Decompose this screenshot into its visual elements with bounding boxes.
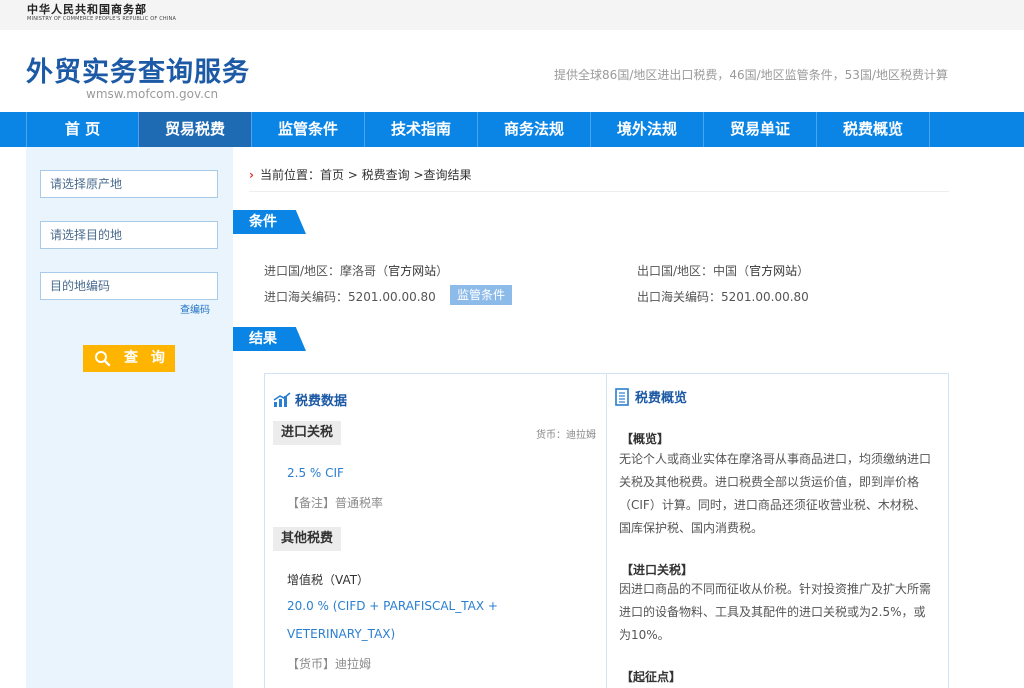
ministry-name-en: MINISTRY OF COMMERCE PEOPLE'S REPUBLIC O… (27, 16, 177, 22)
main-nav: 首 页 贸易税费 监管条件 技术指南 商务法规 境外法规 贸易单证 税费概览 (0, 112, 1024, 147)
site-title[interactable]: 外贸实务查询服务 (26, 50, 250, 89)
import-official-site-link[interactable]: 官方网站 (388, 264, 436, 278)
vat-currency: 【货币】迪拉姆 (287, 657, 372, 671)
export-country-row: 出口国/地区：中国（官方网站） (637, 264, 810, 278)
overview-summary-title: 【概览】 (621, 432, 670, 446)
import-duty-heading: 进口关税 (273, 421, 342, 445)
nav-commerce-law[interactable]: 商务法规 (478, 112, 591, 147)
import-duty-rate: 2.5 % CIF (287, 466, 344, 480)
results-box: 税费数据 进口关税 货币：迪拉姆 2.5 % CIF 【备注】普通税率 其他税费… (264, 373, 949, 688)
vat-label: 增值税（VAT） (287, 573, 370, 587)
import-country-value: 摩洛哥 (340, 264, 377, 278)
site-url: wmsw.mofcom.gov.cn (86, 87, 219, 101)
main-content: › 当前位置：首页 > 税费查询 >查询结果 条件 进口国/地区：摩洛哥（官方网站… (233, 147, 1024, 688)
overview-import-duty-title: 【进口关税】 (621, 563, 694, 577)
breadcrumb: › 当前位置：首页 > 税费查询 >查询结果 (249, 166, 949, 192)
breadcrumb-label: 当前位置： (259, 168, 320, 182)
search-icon (94, 350, 111, 377)
nav-trade-docs[interactable]: 贸易单证 (704, 112, 817, 147)
ministry-banner: 中华人民共和国商务部 MINISTRY OF COMMERCE PEOPLE'S… (0, 0, 1024, 30)
import-duty-note: 【备注】普通税率 (287, 496, 384, 510)
destination-select[interactable]: 请选择目的地 (40, 221, 218, 249)
lookup-code-link[interactable]: 查编码 (180, 301, 210, 316)
nav-regulatory[interactable]: 监管条件 (252, 112, 365, 147)
tax-data-title-label: 税费数据 (295, 394, 348, 409)
import-country-row: 进口国/地区：摩洛哥（官方网站） (264, 264, 449, 278)
other-taxes-heading: 其他税费 (273, 527, 342, 551)
hs-code-input[interactable]: 目的地编码 (40, 272, 218, 300)
import-code-row: 进口海关编码：5201.00.00.80 (264, 288, 436, 305)
nav-tax-overview[interactable]: 税费概览 (817, 112, 930, 147)
nav-tech-guide[interactable]: 技术指南 (365, 112, 478, 147)
overview-panel: 【概览】 无论个人或商业实体在摩洛哥从事商品进口，均须缴纳进口关税及其他税费。进… (607, 374, 949, 688)
nav-home[interactable]: 首 页 (26, 112, 139, 147)
export-code-row: 出口海关编码：5201.00.00.80 (637, 288, 809, 305)
nav-foreign-law[interactable]: 境外法规 (591, 112, 704, 147)
import-country-label: 进口国/地区： (264, 264, 341, 278)
vat-rate-line-2: VETERINARY_TAX) (287, 627, 396, 641)
nav-trade-tax[interactable]: 贸易税费 (139, 112, 252, 147)
breadcrumb-separator: > (343, 168, 362, 182)
conditions-section-tag: 条件 (233, 210, 306, 234)
export-official-site-link[interactable]: 官方网站 (749, 264, 797, 278)
site-header: 外贸实务查询服务 wmsw.mofcom.gov.cn 提供全球86国/地区进出… (0, 30, 1024, 112)
search-sidebar: 请选择原产地 请选择目的地 目的地编码 查编码 查 询 (26, 147, 233, 688)
import-code-value: 5201.00.00.80 (348, 290, 436, 304)
currency-label: 货币：迪拉姆 (536, 430, 596, 441)
origin-select[interactable]: 请选择原产地 (40, 170, 218, 198)
query-button[interactable]: 查 询 (83, 345, 175, 372)
breadcrumb-tax-query[interactable]: 税费查询 (362, 168, 410, 182)
vat-rate-line-1: 20.0 % (CIFD + PARAFISCAL_TAX + (287, 599, 498, 613)
overview-summary-text: 无论个人或商业实体在摩洛哥从事商品进口，均须缴纳进口关税及其他税费。进口税费全部… (619, 452, 932, 535)
export-country-label: 出口国/地区： (637, 264, 714, 278)
breadcrumb-home[interactable]: 首页 (320, 168, 344, 182)
results-section-tag: 结果 (233, 327, 306, 351)
query-button-label: 查 询 (124, 350, 169, 366)
page-body: 请选择原产地 请选择目的地 目的地编码 查编码 查 询 › 当前位置：首页 > 税… (0, 147, 1024, 688)
export-code-label: 出口海关编码： (637, 290, 722, 304)
breadcrumb-arrow-icon: › (249, 168, 254, 182)
overview-threshold-title: 【起征点】 (621, 670, 682, 684)
bar-chart-icon (273, 392, 291, 412)
breadcrumb-current: >查询结果 (409, 168, 472, 182)
import-code-label: 进口海关编码： (264, 290, 349, 304)
export-country-value: 中国 (713, 264, 738, 278)
tax-data-title: 税费数据 (273, 390, 347, 412)
overview-import-duty-text: 因进口商品的不同而征收从价税。针对投资推广及扩大所需进口的设备物料、工具及其配件… (619, 582, 932, 642)
site-description: 提供全球86国/地区进出口税费，46国/地区监管条件，53国/地区税费计算 (554, 68, 948, 82)
ministry-name-cn: 中华人民共和国商务部 (27, 3, 147, 16)
regulatory-conditions-button[interactable]: 监管条件 (450, 285, 513, 305)
export-code-value: 5201.00.00.80 (721, 290, 809, 304)
